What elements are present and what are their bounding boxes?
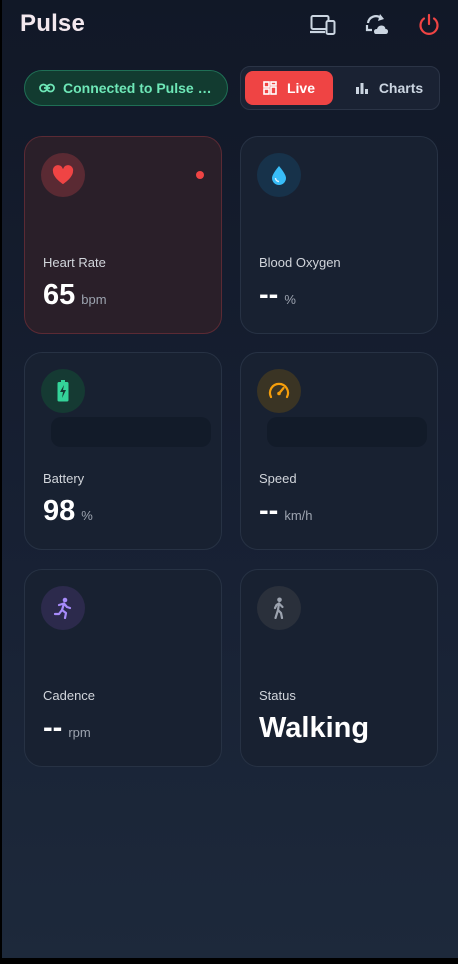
app-header: Pulse	[20, 8, 440, 42]
speed-label: Speed	[259, 471, 297, 486]
tab-live[interactable]: Live	[245, 71, 333, 105]
speed-unit: km/h	[284, 508, 313, 523]
connection-text: Connected to Pulse Ox...	[63, 80, 215, 96]
cadence-label: Cadence	[43, 688, 96, 703]
battery-value: 98	[43, 495, 76, 527]
view-toggle: Live Charts	[240, 66, 440, 110]
heart-icon	[52, 165, 74, 185]
sync-button[interactable]	[362, 10, 392, 40]
status-value: Walking	[259, 712, 370, 744]
bar-chart-icon	[355, 83, 368, 94]
heart-rate-unit: bpm	[81, 292, 107, 307]
cadence-unit: rpm	[68, 725, 91, 740]
cadence-value-group: -- rpm	[43, 712, 91, 745]
power-icon	[419, 13, 439, 35]
heart-icon-badge	[41, 153, 85, 197]
battery-charging-icon	[57, 380, 69, 402]
status-value-group: Walking	[259, 712, 369, 745]
tab-charts[interactable]: Charts	[341, 71, 437, 105]
speed-value-group: -- km/h	[259, 495, 313, 528]
card-shade	[51, 417, 211, 447]
status-card[interactable]: Status Walking	[240, 569, 438, 767]
blood-oxygen-card[interactable]: Blood Oxygen -- %	[240, 136, 438, 334]
running-icon	[53, 597, 72, 619]
tab-charts-label: Charts	[378, 80, 424, 96]
droplet-icon-badge	[257, 153, 301, 197]
link-icon	[39, 83, 55, 93]
cloud-sync-icon	[365, 14, 388, 34]
app-screen: Pulse Connected to Pulse Ox... Live Char…	[2, 0, 458, 958]
battery-card[interactable]: Battery 98 %	[24, 352, 222, 550]
devices-icon	[310, 15, 336, 35]
speed-card[interactable]: Speed -- km/h	[240, 352, 438, 550]
droplet-icon	[272, 166, 286, 185]
blood-oxygen-unit: %	[284, 292, 296, 307]
heart-rate-value: 65	[43, 279, 76, 311]
app-title: Pulse	[20, 10, 86, 37]
running-icon-badge	[41, 586, 85, 630]
walking-icon-badge	[257, 586, 301, 630]
heart-rate-value-group: 65 bpm	[43, 279, 107, 312]
blood-oxygen-label: Blood Oxygen	[259, 255, 341, 270]
disconnect-button[interactable]	[414, 10, 444, 40]
speedometer-icon	[268, 382, 290, 399]
devices-button[interactable]	[308, 10, 338, 40]
battery-label: Battery	[43, 471, 85, 486]
cadence-value: --	[43, 712, 63, 744]
status-label: Status	[259, 688, 296, 703]
speedometer-icon-badge	[257, 369, 301, 413]
cadence-card[interactable]: Cadence -- rpm	[24, 569, 222, 767]
battery-icon-badge	[41, 369, 85, 413]
bottom-edge	[0, 958, 458, 964]
dashboard-icon	[263, 81, 277, 95]
blood-oxygen-value: --	[259, 279, 279, 311]
battery-unit: %	[81, 508, 93, 523]
blood-oxygen-value-group: -- %	[259, 279, 296, 312]
heart-rate-label: Heart Rate	[43, 255, 106, 270]
walking-icon	[273, 597, 284, 619]
heart-rate-card[interactable]: Heart Rate 65 bpm	[24, 136, 222, 334]
live-indicator-dot	[196, 171, 204, 179]
connection-status[interactable]: Connected to Pulse Ox...	[24, 70, 228, 106]
card-shade	[267, 417, 427, 447]
battery-value-group: 98 %	[43, 495, 93, 528]
speed-value: --	[259, 495, 279, 527]
tab-live-label: Live	[286, 80, 315, 96]
